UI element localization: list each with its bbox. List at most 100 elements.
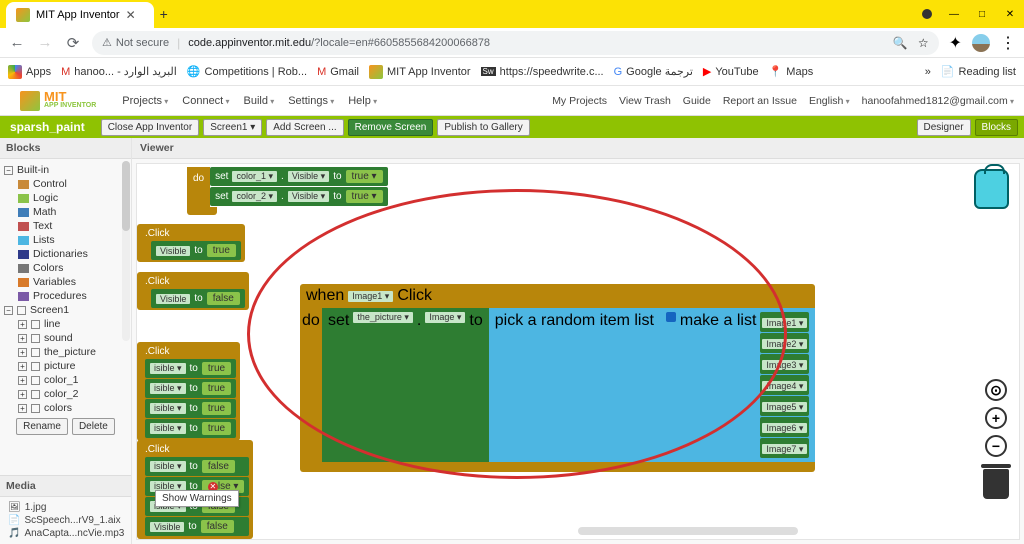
component-line[interactable]: +line [4, 317, 127, 331]
window-circle-icon [922, 9, 932, 19]
tab-close-icon[interactable]: ✕ [126, 8, 136, 22]
browser-tab[interactable]: MIT App Inventor ✕ [6, 2, 154, 28]
forward-button[interactable]: → [36, 34, 54, 51]
image-ref-block[interactable]: Image7 ▾ [760, 438, 809, 458]
logo-icon [20, 91, 40, 111]
menu-connect[interactable]: Connect [182, 95, 229, 107]
star-icon[interactable]: ☆ [918, 36, 929, 50]
collapse-icon[interactable]: − [4, 306, 13, 315]
zoom-out-button[interactable]: − [985, 435, 1007, 457]
category-text[interactable]: Text [4, 219, 127, 233]
designer-button[interactable]: Designer [917, 119, 971, 136]
category-colors[interactable]: Colors [4, 261, 127, 275]
property-chip[interactable]: Visible ▾ [288, 171, 329, 182]
bookmark-item[interactable]: 🌐Competitions | Rob... [187, 65, 307, 78]
bookmark-item[interactable]: GGoogle ترجمة [614, 65, 693, 78]
close-window-button[interactable]: ✕ [1004, 8, 1016, 20]
report-issue-link[interactable]: Report an Issue [723, 95, 797, 107]
guide-link[interactable]: Guide [683, 95, 711, 107]
extensions-icon[interactable]: ✦ [949, 33, 962, 53]
viewer-title: Viewer [132, 138, 1024, 159]
image-ref-block[interactable]: Image6 ▾ [760, 417, 809, 437]
component-picture[interactable]: +picture [4, 359, 127, 373]
address-bar[interactable]: ⚠ Not secure | code.appinventor.mit.edu/… [92, 31, 939, 55]
search-icon[interactable]: 🔍 [893, 36, 908, 50]
menu-help[interactable]: Help [348, 95, 377, 107]
set-block[interactable]: setcolor_2 ▾. Visible ▾totrue ▾ [210, 187, 387, 206]
menu-icon[interactable]: ⋮ [1000, 33, 1016, 53]
bookmark-item[interactable]: MIT App Inventor [369, 65, 471, 79]
my-projects-link[interactable]: My Projects [552, 95, 607, 107]
reload-button[interactable]: ⟳ [64, 34, 82, 52]
when-click-block[interactable]: .Click Visibletofalse [137, 272, 249, 310]
bookmarks-overflow-icon[interactable]: » [925, 66, 931, 78]
bookmark-item[interactable]: 📍Maps [769, 65, 814, 78]
account-menu[interactable]: hanoofahmed1812@gmail.com [862, 95, 1014, 107]
menu-build[interactable]: Build [244, 95, 275, 107]
horizontal-scrollbar[interactable] [578, 527, 798, 535]
warnings-tooltip: Show Warnings [155, 490, 239, 507]
collapse-icon[interactable]: − [4, 166, 13, 175]
blocks-canvas[interactable]: do setcolor_1 ▾. Visible ▾totrue ▾ setco… [136, 163, 1020, 540]
when-click-block[interactable]: .Click Visibletotrue [137, 224, 245, 262]
true-block[interactable]: true ▾ [346, 170, 383, 183]
back-button[interactable]: ← [8, 34, 26, 51]
media-item[interactable]: 📄ScSpeech...rV9_1.aix [8, 514, 123, 527]
menu-settings[interactable]: Settings [288, 95, 334, 107]
add-screen-button[interactable]: Add Screen ... [266, 119, 343, 136]
browser-toolbar: ← → ⟳ ⚠ Not secure | code.appinventor.mi… [0, 28, 1024, 58]
component-chip[interactable]: color_2 ▾ [232, 191, 277, 202]
true-block[interactable]: true ▾ [346, 190, 383, 203]
image-ref-block[interactable]: Image5 ▾ [760, 396, 809, 416]
category-lists[interactable]: Lists [4, 233, 127, 247]
bookmark-item[interactable]: ▶YouTube [703, 65, 759, 78]
app-logo[interactable]: MITAPP INVENTOR [20, 91, 96, 111]
media-item[interactable]: 🖼1.jpg [8, 501, 123, 514]
component-the_picture[interactable]: +the_picture [4, 345, 127, 359]
maximize-button[interactable]: □ [976, 8, 988, 20]
zoom-in-button[interactable]: + [985, 407, 1007, 429]
favicon-icon [16, 8, 30, 22]
delete-button[interactable]: Delete [72, 418, 115, 435]
language-menu[interactable]: English [809, 95, 850, 107]
profile-avatar[interactable] [972, 34, 990, 52]
blocks-button[interactable]: Blocks [975, 119, 1018, 136]
menu-projects[interactable]: Projects [122, 95, 168, 107]
new-tab-button[interactable]: + [160, 6, 168, 22]
bookmark-item[interactable]: Mhanoo... - البريد الوارد [61, 65, 177, 78]
minimize-button[interactable]: — [948, 8, 960, 20]
rename-button[interactable]: Rename [16, 418, 68, 435]
category-variables[interactable]: Variables [4, 275, 127, 289]
publish-button[interactable]: Publish to Gallery [437, 119, 529, 136]
viewer-panel: Viewer do setcolor_1 ▾. Visible ▾totrue … [132, 138, 1024, 544]
category-procedures[interactable]: Procedures [4, 289, 127, 303]
do-label: do [187, 167, 210, 207]
media-item[interactable]: 🎵AnaCapta...ncVie.mp3 [8, 527, 123, 540]
apps-button[interactable]: Apps [8, 65, 51, 79]
remove-screen-button[interactable]: Remove Screen [348, 119, 434, 136]
category-control[interactable]: Control [4, 177, 127, 191]
screen-dropdown[interactable]: Screen1 ▾ [203, 119, 262, 136]
set-block[interactable]: setcolor_1 ▾. Visible ▾totrue ▾ [210, 167, 387, 186]
category-math[interactable]: Math [4, 205, 127, 219]
component-chip[interactable]: color_1 ▾ [232, 171, 277, 182]
close-app-inventor-button[interactable]: Close App Inventor [101, 119, 200, 136]
component-colors[interactable]: +colors [4, 401, 127, 415]
component-sound[interactable]: +sound [4, 331, 127, 345]
category-logic[interactable]: Logic [4, 191, 127, 205]
component-color_2[interactable]: +color_2 [4, 387, 127, 401]
bookmark-item[interactable]: Swhttps://speedwrite.c... [481, 66, 604, 78]
category-dictionaries[interactable]: Dictionaries [4, 247, 127, 261]
trash-icon[interactable] [983, 469, 1009, 499]
backpack-icon[interactable] [974, 169, 1009, 209]
property-chip[interactable]: Visible ▾ [288, 191, 329, 202]
component-color_1[interactable]: +color_1 [4, 373, 127, 387]
tree-scrollbar[interactable] [122, 161, 130, 341]
bookmark-item[interactable]: MGmail [317, 66, 359, 78]
reading-list-button[interactable]: 📄Reading list [941, 65, 1016, 78]
center-button[interactable]: ⊙ [985, 379, 1007, 401]
bookmarks-bar: Apps Mhanoo... - البريد الوارد 🌐Competit… [0, 58, 1024, 86]
blocks-tree: −Built-in ControlLogicMathTextListsDicti… [0, 159, 131, 475]
view-trash-link[interactable]: View Trash [619, 95, 671, 107]
when-click-block[interactable]: .Click isible ▾totrue isible ▾totrue isi… [137, 342, 240, 441]
